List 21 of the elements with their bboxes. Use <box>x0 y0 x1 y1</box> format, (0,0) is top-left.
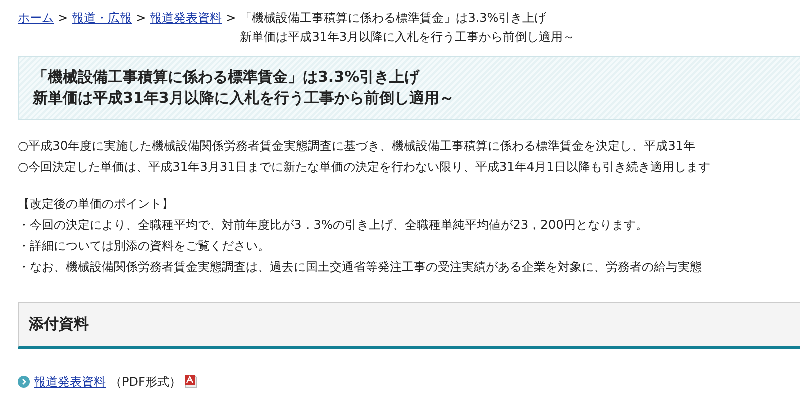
pdf-icon <box>185 374 198 388</box>
body-text-line: 【改定後の単価のポイント】 <box>18 196 175 213</box>
breadcrumb-current: 新単価は平成31年3月以降に入札を行う工事から前倒し適用～ <box>240 29 576 46</box>
page-title-line: 新単価は平成31年3月以降に入札を行う工事から前倒し適用～ <box>33 88 456 109</box>
breadcrumb-separator: > <box>136 10 146 27</box>
chevron-icon <box>18 376 30 388</box>
body-text-line: ・今回の決定により、全職種平均で、対前年度比が3．3%の引き上げ、全職種単純平均値が23，200円となります。 <box>18 217 649 234</box>
breadcrumb-separator: > <box>58 10 68 27</box>
body-text-line: ○平成30年度に実施した機械設備関係労務者賃金実態調査に基づき、機械設備工事積算に係わる標準賃金を決定し、平成31年 <box>18 138 697 155</box>
section-heading: 添付資料 <box>18 302 800 348</box>
body-text-line: ○今回決定した単価は、平成31年3月31日までに新たな単価の決定を行わない限り、平成31年4月1日以降も引き続き適用します <box>18 159 712 176</box>
breadcrumb-separator: > <box>226 10 236 27</box>
body-text-line: ・詳細については別添の資料をご覧ください。 <box>18 238 271 255</box>
breadcrumb-link[interactable]: ホーム <box>18 9 54 27</box>
breadcrumb-link[interactable]: 報道・広報 <box>72 9 132 27</box>
file-format-note: （PDF形式） <box>110 374 182 390</box>
breadcrumb-current: 「機械設備工事積算に係わる標準賃金」は3.3%引き上げ <box>240 10 548 27</box>
body-text-line: ・なお、機械設備関係労務者賃金実態調査は、過去に国土交通省等発注工事の受注実績がある企業を対象に、労務者の給与実態 <box>18 259 703 276</box>
page-title-line: 「機械設備工事積算に係わる標準賃金」は3.3%引き上げ <box>33 67 421 88</box>
breadcrumb-link[interactable]: 報道発表資料 <box>150 9 222 27</box>
attachment-link[interactable]: 報道発表資料 <box>34 372 106 390</box>
